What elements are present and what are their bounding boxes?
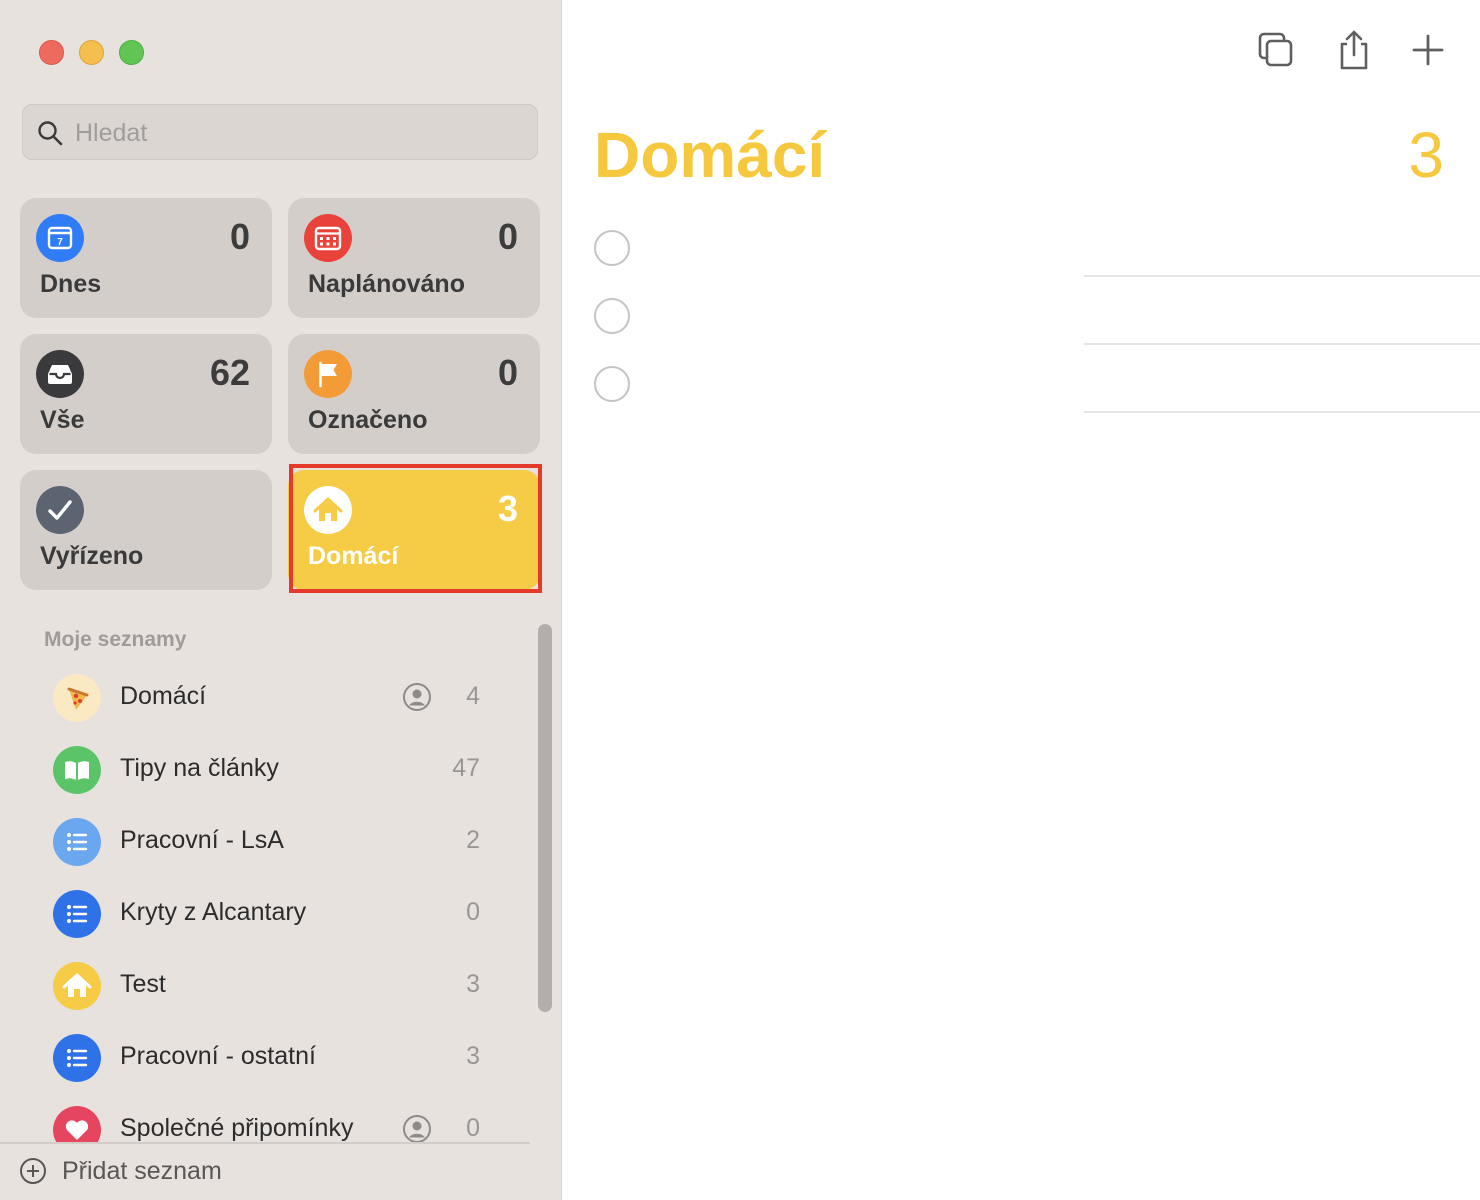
smart-list-label: Vyřízeno: [40, 542, 144, 570]
list-item-spolecne-pripominky[interactable]: Společné připomínky 0: [40, 1098, 500, 1142]
row-divider: [1084, 275, 1480, 277]
house-icon: [53, 962, 101, 1010]
selection-highlight: [289, 464, 542, 593]
smart-list-scheduled[interactable]: 0 Naplánováno: [288, 198, 540, 318]
reminder-checkbox[interactable]: [594, 230, 630, 266]
smart-list-count: 62: [209, 352, 250, 393]
sidebar-scrollbar[interactable]: [538, 624, 552, 1012]
list-count: 3: [466, 970, 480, 998]
smart-list-completed[interactable]: Vyřízeno: [20, 470, 272, 590]
list-item-tipy-na-clanky[interactable]: Tipy na články 47: [40, 738, 500, 802]
smart-list-label: Dnes: [40, 270, 102, 298]
list-name: Test: [120, 970, 166, 998]
list-name: Kryty z Alcantary: [120, 898, 307, 926]
flag-icon: [304, 350, 352, 398]
row-divider: [1084, 411, 1480, 413]
list-count: 0: [466, 898, 480, 926]
close-window-button[interactable]: [39, 40, 64, 65]
search-icon: [38, 121, 63, 146]
share-button[interactable]: [1332, 28, 1376, 72]
list-item-test[interactable]: Test 3: [40, 954, 500, 1018]
duplicate-icon: [1258, 32, 1293, 67]
list-item-pracovni-lsa[interactable]: Pracovní - LsA 2: [40, 810, 500, 874]
duplicate-button[interactable]: [1254, 28, 1298, 72]
list-item-kryty-z-alcantary[interactable]: Kryty z Alcantary 0: [40, 882, 500, 946]
shared-person-icon: [403, 1115, 431, 1142]
list-item-pracovni-ostatni[interactable]: Pracovní - ostatní 3: [40, 1026, 500, 1090]
calendar-icon: 7: [36, 214, 84, 262]
list-name: Domácí: [120, 682, 207, 710]
list-item-domaci[interactable]: Domácí 4: [40, 666, 500, 730]
list-count: 0: [466, 1114, 480, 1142]
pizza-icon: [53, 674, 101, 722]
search-input[interactable]: [75, 115, 515, 151]
list-count: 47: [452, 754, 480, 782]
list-title: Domácí: [594, 119, 826, 191]
smart-list-label: Naplánováno: [308, 270, 465, 298]
smart-list-count: 0: [497, 352, 518, 393]
list-name: Společné připomínky: [120, 1114, 354, 1142]
share-icon: [1340, 30, 1368, 70]
tray-icon: [36, 350, 84, 398]
row-divider: [1084, 343, 1480, 345]
list-count: 4: [466, 682, 480, 710]
svg-text:7: 7: [57, 237, 63, 248]
add-reminder-button[interactable]: [1406, 28, 1450, 72]
add-list-button[interactable]: Přidat seznam: [18, 1152, 318, 1192]
smart-list-flagged[interactable]: 0 Označeno: [288, 334, 540, 454]
search-field[interactable]: [22, 104, 538, 160]
smart-list-label: Označeno: [308, 406, 428, 434]
list-total-count: 3: [1408, 119, 1444, 191]
list-bullet-icon: [53, 1034, 101, 1082]
shared-person-icon: [403, 683, 431, 711]
main-pane: Domácí 3: [562, 0, 1480, 1200]
section-title: Moje seznamy: [44, 628, 187, 651]
plus-circle-icon: [20, 1158, 46, 1184]
list-name: Pracovní - ostatní: [120, 1042, 316, 1070]
checkmark-icon: [36, 486, 84, 534]
divider: [0, 1142, 530, 1144]
smart-list-today[interactable]: 7 0 Dnes: [20, 198, 272, 318]
book-icon: [53, 746, 101, 794]
reminder-checkbox[interactable]: [594, 298, 630, 334]
list-name: Pracovní - LsA: [120, 826, 284, 854]
plus-icon: [1412, 34, 1444, 66]
smart-list-count: 0: [497, 216, 518, 257]
smart-list-label: Vše: [40, 406, 85, 434]
reminder-row[interactable]: [562, 290, 1480, 358]
heart-icon: [53, 1106, 101, 1142]
maximize-window-button[interactable]: [119, 40, 144, 65]
smart-list-all[interactable]: 62 Vše: [20, 334, 272, 454]
list-name: Tipy na články: [120, 754, 279, 782]
list-count: 2: [466, 826, 480, 854]
smart-list-count: 0: [229, 216, 250, 257]
reminder-row[interactable]: [562, 222, 1480, 290]
minimize-window-button[interactable]: [79, 40, 104, 65]
calendar-grid-icon: [304, 214, 352, 262]
reminders-window: 7 0 Dnes 0 Naplánováno: [0, 0, 1480, 1200]
list-count: 3: [466, 1042, 480, 1070]
list-bullet-icon: [53, 890, 101, 938]
reminder-checkbox[interactable]: [594, 366, 630, 402]
list-bullet-icon: [53, 818, 101, 866]
reminder-row[interactable]: [562, 358, 1480, 426]
sidebar: 7 0 Dnes 0 Naplánováno: [0, 0, 562, 1200]
add-list-label: Přidat seznam: [62, 1157, 222, 1185]
